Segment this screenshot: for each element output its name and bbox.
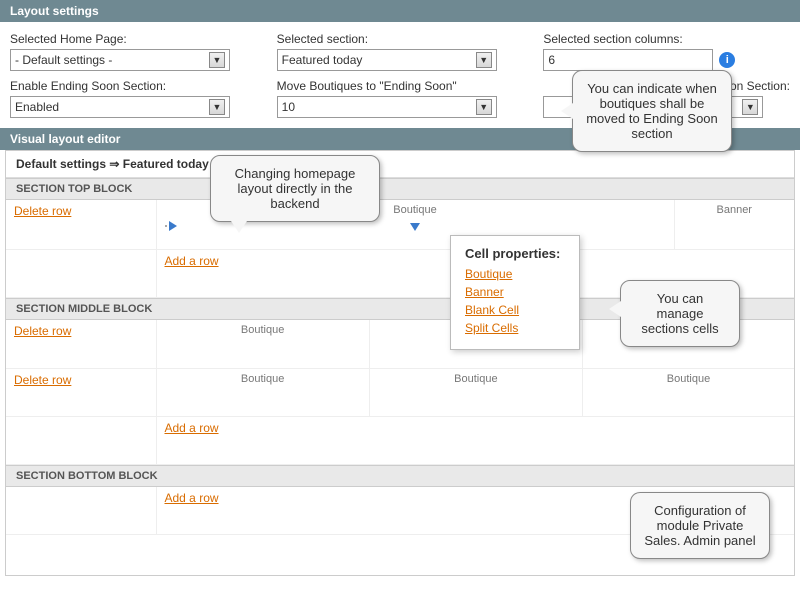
popup-title: Cell properties: [465,246,565,261]
popup-item-banner[interactable]: Banner [465,285,565,299]
ending-enable-label: Enable Ending Soon Section: [10,79,257,93]
columns-label: Selected section columns: [543,32,790,46]
chevron-down-icon: ▼ [476,52,492,68]
cell-boutique[interactable]: Boutique [378,373,574,385]
move-ending-label: Move Boutiques to "Ending Soon" [277,79,524,93]
table-row: Delete row Boutique Banner [6,200,794,250]
section-top-header: SECTION TOP BLOCK [6,178,794,200]
callout-ending-soon: You can indicate when boutiques shall be… [572,70,732,152]
delete-row-link[interactable]: Delete row [14,324,71,338]
cell-boutique[interactable]: Boutique [165,324,361,336]
layout-settings-header: Layout settings [0,0,800,22]
home-page-label: Selected Home Page: [10,32,257,46]
section-label: Selected section: [277,32,524,46]
popup-item-split[interactable]: Split Cells [465,321,565,335]
popup-item-blank[interactable]: Blank Cell [465,303,565,317]
columns-select[interactable]: 6 [543,49,713,71]
ending-enable-value: Enabled [15,100,59,114]
cell-properties-popup: Cell properties: Boutique Banner Blank C… [450,235,580,350]
popup-item-boutique[interactable]: Boutique [465,267,565,281]
grip-icon[interactable] [165,225,167,227]
home-page-select[interactable]: - Default settings - ▼ [10,49,230,71]
add-row-link[interactable]: Add a row [165,421,219,435]
breadcrumb-right: Featured today [123,157,209,171]
breadcrumb-left: Default settings [16,157,106,171]
add-row-link[interactable]: Add a row [165,254,219,268]
cell-boutique[interactable]: Boutique [591,373,786,385]
move-ending-select[interactable]: 10 ▼ [277,96,497,118]
add-row: Add a row [6,416,794,464]
home-page-value: - Default settings - [15,53,112,67]
chevron-down-icon: ▼ [209,99,225,115]
cell-boutique[interactable]: Boutique [165,373,361,385]
chevron-down-icon: ▼ [476,99,492,115]
move-ending-value: 10 [282,100,295,114]
section-value: Featured today [282,53,363,67]
chevron-down-icon: ▼ [742,99,758,115]
delete-row-link[interactable]: Delete row [14,204,71,218]
breadcrumb: Default settings ⇒ Featured today [6,151,794,178]
columns-value: 6 [548,53,555,67]
arrow-down-icon[interactable] [410,223,420,245]
info-icon[interactable]: i [719,52,735,68]
ending-enable-select[interactable]: Enabled ▼ [10,96,230,118]
section-bottom-header: SECTION BOTTOM BLOCK [6,465,794,487]
callout-homepage-layout: Changing homepage layout directly in the… [210,155,380,222]
cell-banner[interactable]: Banner [683,204,787,216]
callout-config-module: Configuration of module Private Sales. A… [630,492,770,559]
delete-row-link[interactable]: Delete row [14,373,71,387]
breadcrumb-sep: ⇒ [109,157,119,171]
add-row-link[interactable]: Add a row [165,491,219,505]
table-row: Delete row Boutique Boutique Boutique [6,368,794,416]
arrow-right-icon[interactable] [169,221,177,231]
chevron-down-icon: ▼ [209,52,225,68]
cell-drag-controls[interactable] [165,221,177,231]
callout-manage-cells: You can manage sections cells [620,280,740,347]
section-select[interactable]: Featured today ▼ [277,49,497,71]
